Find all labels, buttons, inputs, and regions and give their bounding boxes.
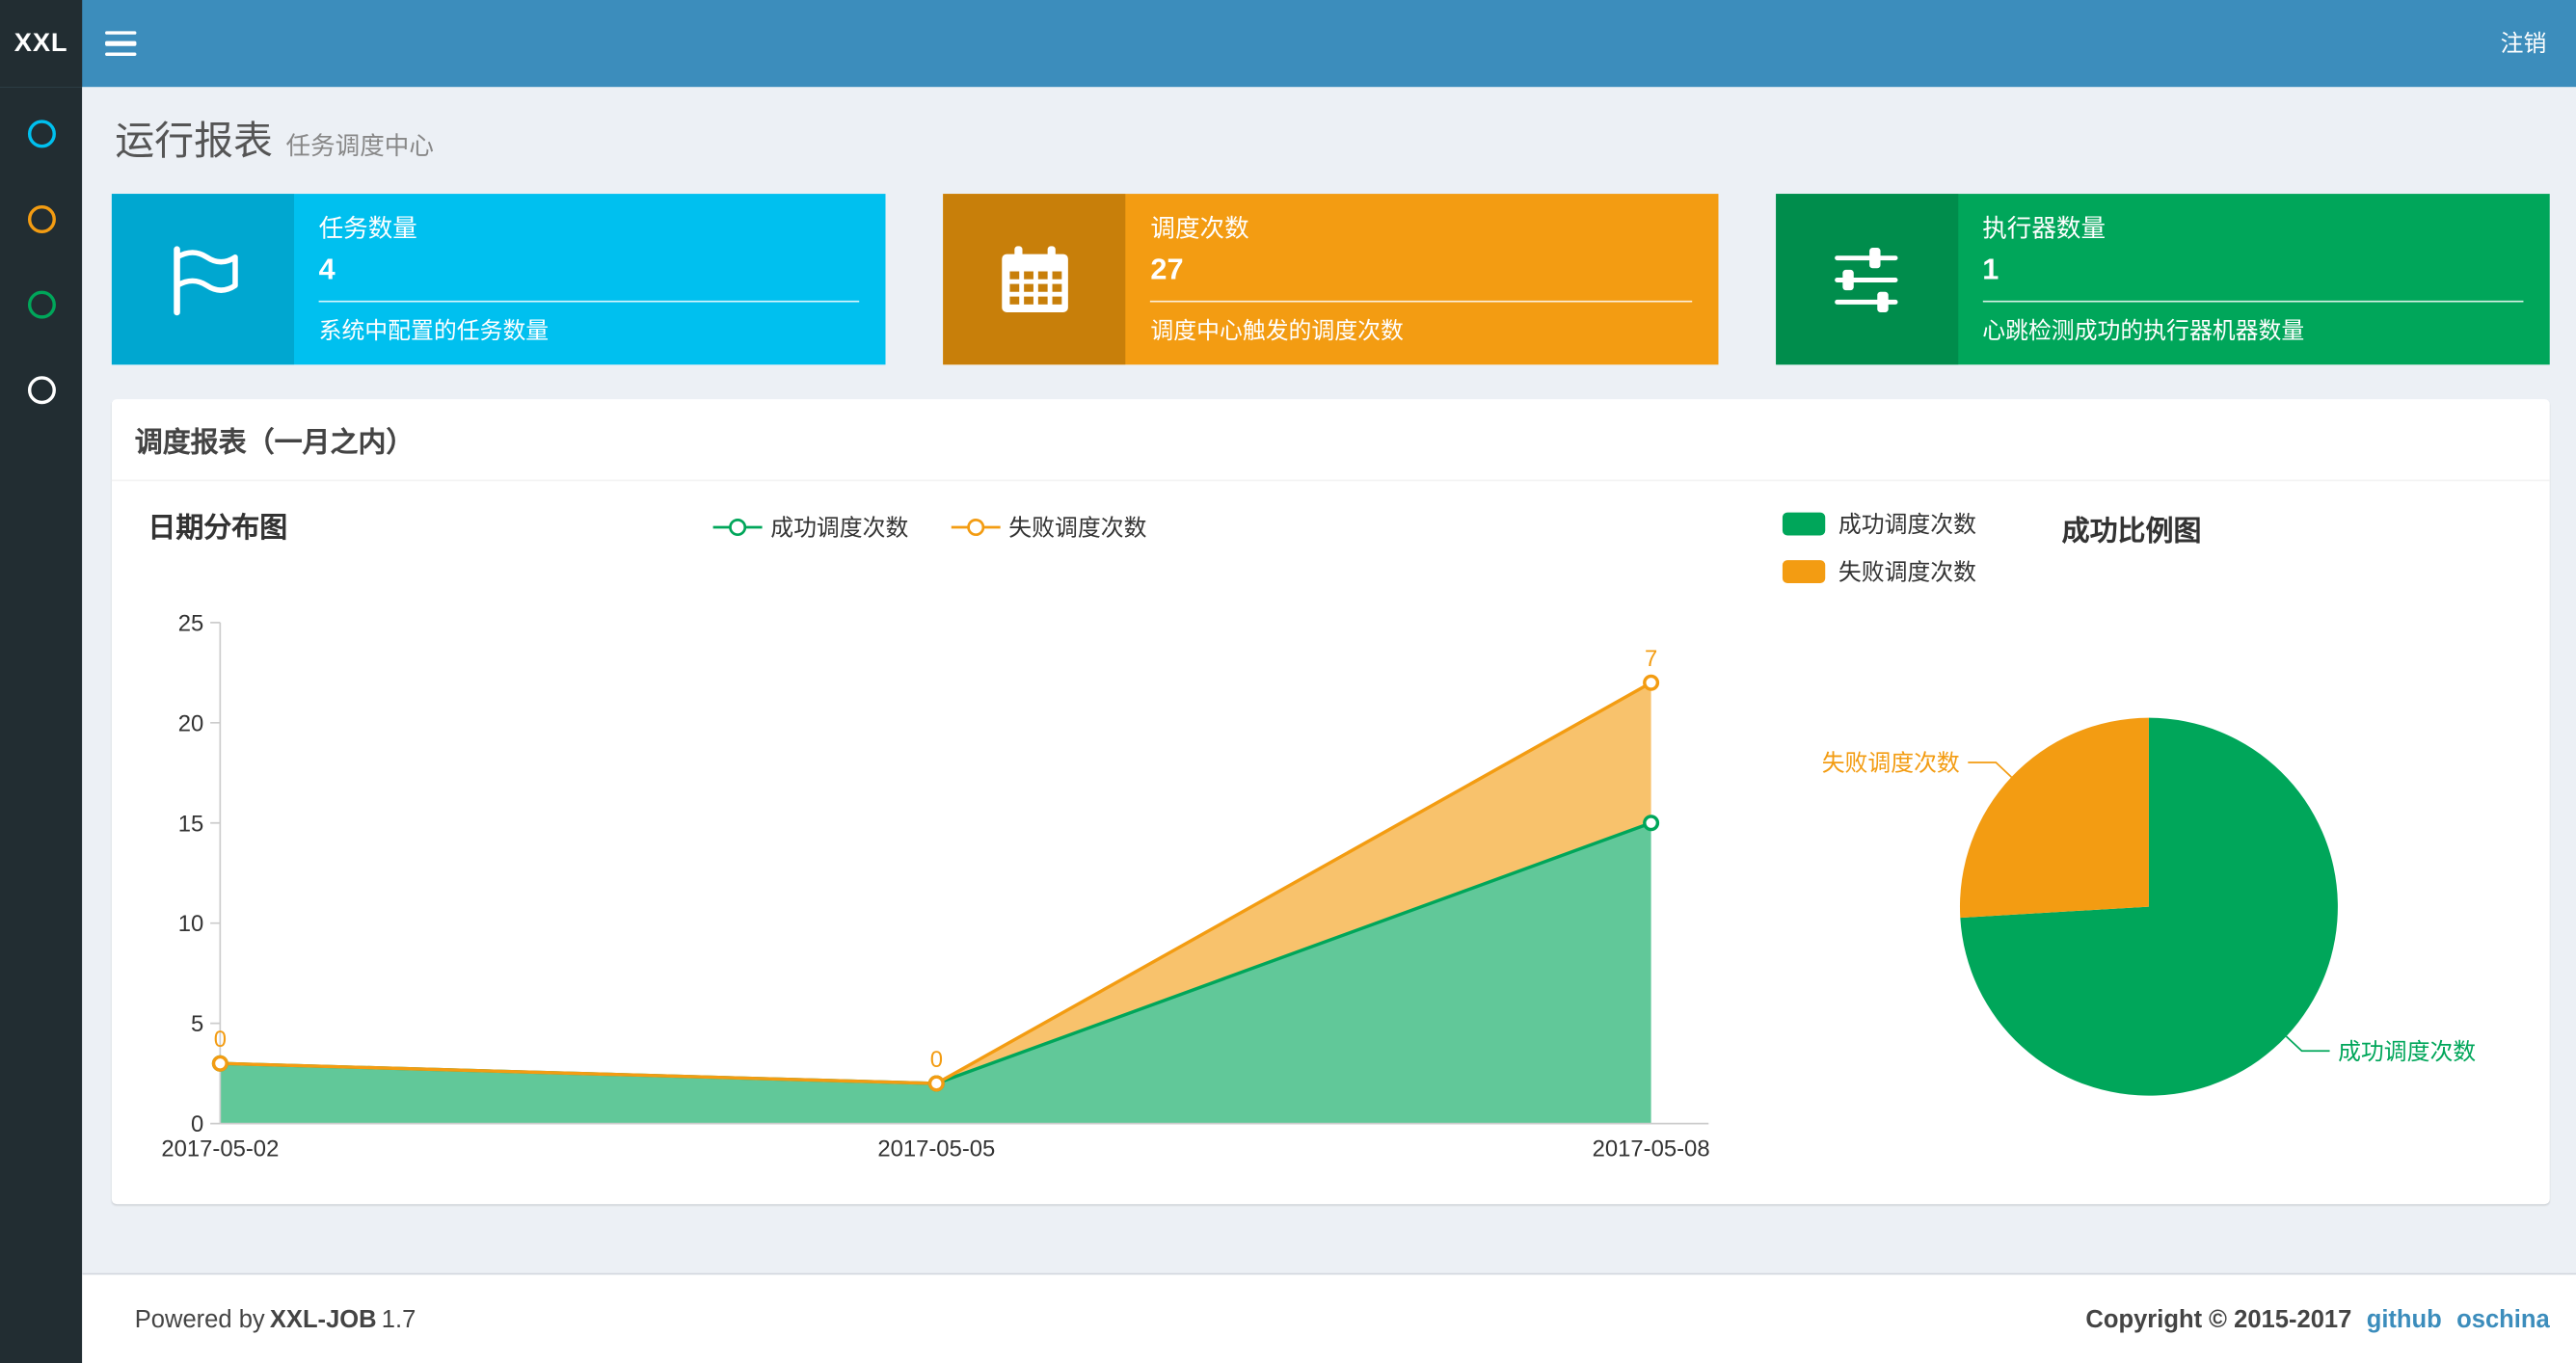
svg-text:0: 0 <box>191 1111 203 1137</box>
calendar-icon <box>943 194 1126 365</box>
stat-value: 1 <box>1982 253 1999 286</box>
svg-text:15: 15 <box>178 811 204 837</box>
footer-copyright: Copyright © 2015-2017 github oschina <box>2085 1304 2550 1333</box>
app-window: XXL 注销 运行报表 任务调度中心 任务数量 4 系统中配置的任务数量 调度次… <box>0 0 2576 1363</box>
circle-icon <box>27 119 56 147</box>
svg-text:0: 0 <box>214 1027 227 1053</box>
pie-chart-svg: 成功调度次数 失败调度次数 <box>1822 717 2476 1096</box>
stat-value: 27 <box>1150 253 1184 286</box>
date-distribution-chart: 日期分布图 成功调度次数 失败调度次数 0 5 10 15 20 25 2017… <box>135 492 1726 1201</box>
footer: Powered by XXL-JOB 1.7 Copyright © 2015-20… <box>82 1272 2576 1363</box>
sidebar-toggle-button[interactable] <box>82 0 157 87</box>
stat-box-executors: 执行器数量 1 心跳检测成功的执行器机器数量 <box>1775 194 2550 365</box>
svg-text:2017-05-08: 2017-05-08 <box>1593 1136 1710 1163</box>
line-marker-icon <box>712 518 763 537</box>
sidebar <box>0 87 83 1363</box>
page-title: 运行报表 任务调度中心 <box>115 120 434 165</box>
hamburger-icon <box>104 30 136 36</box>
line-marker-icon <box>951 518 1001 537</box>
svg-text:成功调度次数: 成功调度次数 <box>2338 1039 2476 1065</box>
legend-item-success[interactable]: 成功调度次数 <box>1782 508 1976 541</box>
stat-value: 4 <box>318 253 335 286</box>
app-logo-text: XXL <box>13 28 68 57</box>
flag-icon <box>111 194 295 365</box>
content-area: 运行报表 任务调度中心 任务数量 4 系统中配置的任务数量 调度次数 27 调度… <box>82 87 2576 1273</box>
stat-title: 调度次数 <box>1150 215 1249 244</box>
footer-powered-by: Powered by XXL-JOB 1.7 <box>134 1304 416 1333</box>
svg-text:5: 5 <box>191 1011 203 1037</box>
report-panel: 调度报表（一月之内） 日期分布图 成功调度次数 失败调度次数 0 5 10 15… <box>111 399 2550 1205</box>
panel-title: 调度报表（一月之内） <box>111 399 2550 482</box>
pie-chart-title: 成功比例图 <box>2061 516 2202 548</box>
stat-boxes-row: 任务数量 4 系统中配置的任务数量 调度次数 27 调度中心触发的调度次数 执行… <box>82 171 2576 365</box>
svg-text:20: 20 <box>178 710 204 736</box>
panel-body: 日期分布图 成功调度次数 失败调度次数 0 5 10 15 20 25 2017… <box>112 481 2550 1204</box>
pie-chart-legend: 成功调度次数 失败调度次数 <box>1782 508 1976 588</box>
divider <box>1982 300 2524 303</box>
circle-icon <box>27 289 56 318</box>
stat-description: 调度中心触发的调度次数 <box>1150 316 1404 344</box>
top-navbar: XXL 注销 <box>0 0 2576 88</box>
page-subtitle: 任务调度中心 <box>285 133 434 161</box>
stat-box-triggers: 调度次数 27 调度中心触发的调度次数 <box>943 194 1718 365</box>
stat-title: 任务数量 <box>318 215 417 244</box>
line-chart-legend: 成功调度次数 失败调度次数 <box>135 511 1726 544</box>
sidebar-item-2[interactable] <box>0 175 82 261</box>
legend-item-success[interactable]: 成功调度次数 <box>712 511 908 544</box>
stat-title: 执行器数量 <box>1982 215 2106 244</box>
legend-item-fail[interactable]: 失败调度次数 <box>951 511 1146 544</box>
green-swatch-icon <box>1782 512 1826 536</box>
sliders-icon <box>1775 194 1958 365</box>
svg-text:25: 25 <box>178 610 204 636</box>
github-link[interactable]: github <box>2367 1305 2442 1333</box>
app-logo[interactable]: XXL <box>0 0 83 88</box>
circle-icon <box>27 375 56 404</box>
divider <box>318 300 860 303</box>
svg-text:10: 10 <box>178 911 204 937</box>
stat-description: 心跳检测成功的执行器机器数量 <box>1982 316 2305 344</box>
sidebar-item-4[interactable] <box>0 347 82 433</box>
sidebar-item-1[interactable] <box>0 91 82 176</box>
app-name: XXL-JOB <box>269 1304 377 1333</box>
stat-description: 系统中配置的任务数量 <box>318 316 550 344</box>
stat-box-jobs: 任务数量 4 系统中配置的任务数量 <box>111 194 887 365</box>
svg-text:失败调度次数: 失败调度次数 <box>1822 750 1960 776</box>
svg-text:2017-05-05: 2017-05-05 <box>877 1136 995 1163</box>
success-ratio-chart: 成功调度次数 失败调度次数 成功比例图 成功调度次数 失败调度次数 <box>1782 492 2555 1201</box>
line-chart-svg: 05101520252017-05-02 2017-05-05 2017-05-08… <box>161 610 1710 1163</box>
logout-link[interactable]: 注销 <box>2501 0 2547 87</box>
oschina-link[interactable]: oschina <box>2456 1305 2550 1333</box>
divider <box>1150 300 1692 303</box>
svg-text:2017-05-02: 2017-05-02 <box>161 1136 279 1163</box>
page-header: 运行报表 任务调度中心 <box>82 87 2576 171</box>
sidebar-item-3[interactable] <box>0 261 82 347</box>
circle-icon <box>27 204 56 233</box>
svg-text:0: 0 <box>930 1047 943 1073</box>
svg-text:7: 7 <box>1645 646 1657 672</box>
orange-swatch-icon <box>1782 560 1826 583</box>
legend-item-fail[interactable]: 失败调度次数 <box>1782 555 1976 588</box>
